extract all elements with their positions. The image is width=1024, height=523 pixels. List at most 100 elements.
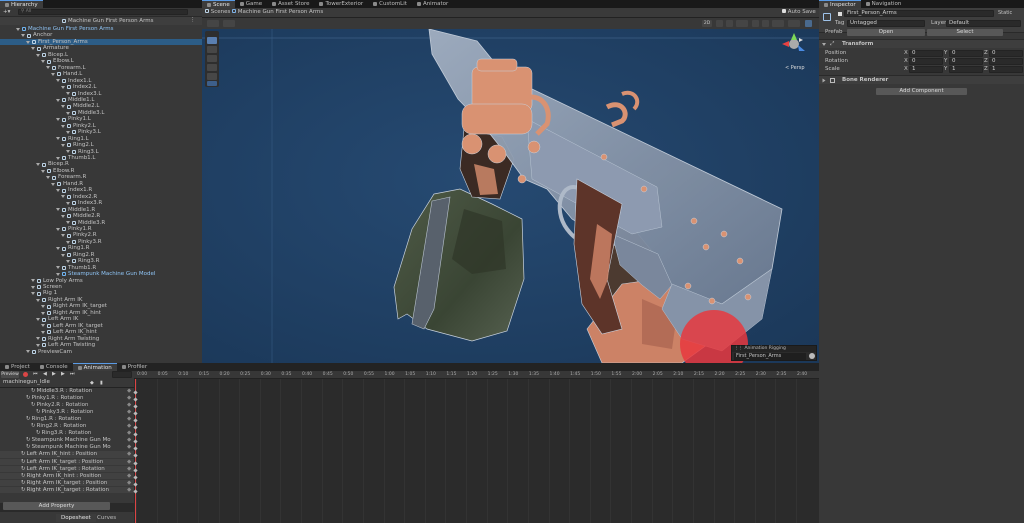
- render-mode-dropdown[interactable]: [223, 20, 235, 27]
- scene-canvas[interactable]: [202, 29, 819, 363]
- animation-property-row[interactable]: ↻ Ring2.R : Rotation ◆: [0, 423, 134, 430]
- animation-property-row[interactable]: ↻ Ring1.R : Rotation ◆: [0, 416, 134, 423]
- keyframe-toggle-icon[interactable]: ◆: [127, 402, 131, 409]
- prefab-select-button[interactable]: Select: [927, 29, 1003, 36]
- expand-arrow-icon[interactable]: [31, 279, 35, 283]
- expand-arrow-icon[interactable]: [26, 40, 30, 44]
- rotate-tool-icon[interactable]: [207, 55, 217, 62]
- expand-arrow-icon[interactable]: [41, 169, 45, 173]
- layer-dropdown[interactable]: Default: [946, 20, 1021, 27]
- 2d-toggle[interactable]: 2D: [702, 20, 712, 27]
- animation-property-row[interactable]: ↻ Right Arm IK_target : Position ◆: [0, 479, 134, 487]
- expand-arrow-icon[interactable]: [66, 150, 70, 154]
- expand-arrow-icon[interactable]: [51, 72, 55, 76]
- animation-property-row[interactable]: ↻ Middle3.R : Rotation ◆: [0, 388, 134, 395]
- expand-arrow-icon[interactable]: [56, 272, 60, 276]
- expand-arrow-icon[interactable]: [66, 221, 70, 225]
- tab-asset-store[interactable]: Asset Store: [267, 0, 314, 8]
- expand-arrow-icon[interactable]: [61, 105, 65, 109]
- last-key-icon[interactable]: ⏭: [70, 371, 75, 377]
- expand-arrow-icon[interactable]: [51, 182, 55, 186]
- audio-icon[interactable]: [726, 20, 733, 27]
- object-name-field[interactable]: First_Person_Arms: [844, 10, 994, 17]
- tab-animator[interactable]: Animator: [412, 0, 453, 8]
- view-tool-icon[interactable]: [207, 37, 217, 44]
- rotation-x-field[interactable]: 0: [909, 58, 943, 66]
- animation-property-row[interactable]: ↻ Pinky1.R : Rotation ◆: [0, 395, 134, 402]
- frame-field[interactable]: [112, 371, 132, 378]
- expand-arrow-icon[interactable]: [36, 53, 40, 57]
- keyframe-toggle-icon[interactable]: ◆: [127, 395, 131, 402]
- tab-project[interactable]: Project: [0, 363, 35, 371]
- position-x-field[interactable]: 0: [909, 50, 943, 57]
- tab-hierarchy[interactable]: Hierarchy: [0, 0, 43, 8]
- move-tool-icon[interactable]: [207, 46, 217, 53]
- expand-arrow-icon[interactable]: [61, 124, 65, 128]
- animation-property-row[interactable]: ↻ Left Arm IK_target : Position ◆: [0, 458, 134, 466]
- expand-arrow-icon[interactable]: [56, 227, 60, 231]
- keyframe-toggle-icon[interactable]: ◆: [127, 480, 131, 487]
- scale-y-field[interactable]: 1: [949, 66, 983, 74]
- keyframe-toggle-icon[interactable]: ◆: [127, 437, 131, 444]
- expand-arrow-icon[interactable]: [36, 337, 40, 341]
- clip-dropdown[interactable]: machinegun_Idle: [1, 379, 81, 387]
- bone-renderer-header[interactable]: Bone Renderer: [819, 75, 1024, 84]
- expand-arrow-icon[interactable]: [66, 259, 70, 263]
- prefab-open-button[interactable]: Open: [847, 29, 925, 36]
- keyframe-toggle-icon[interactable]: ◆: [127, 487, 131, 494]
- camera-dropdown[interactable]: [772, 20, 784, 27]
- preview-button[interactable]: Preview: [1, 371, 19, 378]
- scale-z-field[interactable]: 1: [989, 66, 1023, 74]
- tab-dopesheet[interactable]: Dopesheet: [56, 514, 96, 522]
- tag-dropdown[interactable]: Untagged: [847, 20, 925, 27]
- expand-arrow-icon[interactable]: [61, 253, 65, 257]
- animation-property-row[interactable]: ↻ Pinky3.R : Rotation ◆: [0, 409, 134, 416]
- expand-arrow-icon[interactable]: [56, 79, 60, 83]
- static-toggle[interactable]: Static: [998, 10, 1012, 17]
- scene-view[interactable]: < Persp ⋮⋮ Animation Rigging First_Perso…: [202, 29, 819, 363]
- tab-towerexterior[interactable]: TowerExterior: [314, 0, 368, 8]
- rect-tool-icon[interactable]: [207, 73, 217, 80]
- scene-header[interactable]: Machine Gun First Person Arms ⋮: [0, 17, 202, 25]
- hierarchy-item[interactable]: PreviewCam: [0, 349, 202, 356]
- keyframe-toggle-icon[interactable]: ◆: [127, 444, 131, 451]
- animation-property-row[interactable]: ↻ Ring3.R : Rotation ◆: [0, 430, 134, 437]
- expand-arrow-icon[interactable]: [41, 305, 45, 309]
- persp-label[interactable]: < Persp: [785, 65, 805, 72]
- animation-property-row[interactable]: ↻ Right Arm IK_target : Rotation ◆: [0, 486, 134, 494]
- animation-property-row[interactable]: ↻ Left Arm IK_target : Rotation ◆: [0, 465, 134, 473]
- scenes-breadcrumb[interactable]: Scenes: [205, 9, 230, 16]
- expand-arrow-icon[interactable]: [26, 350, 30, 354]
- expand-arrow-icon[interactable]: [56, 189, 60, 192]
- prev-key-icon[interactable]: ◀: [43, 371, 47, 377]
- prefab-breadcrumb[interactable]: Machine Gun First Person Arms: [232, 9, 323, 16]
- expand-arrow-icon[interactable]: [41, 311, 45, 315]
- tab-game[interactable]: Game: [235, 0, 267, 8]
- active-checkbox[interactable]: [838, 12, 842, 16]
- expand-arrow-icon[interactable]: [36, 318, 40, 321]
- expand-arrow-icon[interactable]: [61, 234, 65, 238]
- expand-arrow-icon[interactable]: [41, 60, 45, 63]
- tab-navigation[interactable]: Navigation: [861, 0, 907, 8]
- tab-customlit[interactable]: CustomLit: [368, 0, 412, 8]
- auto-save-toggle[interactable]: Auto Save: [782, 9, 816, 16]
- keyframe-toggle-icon[interactable]: ◆: [127, 459, 131, 466]
- expand-arrow-icon[interactable]: [36, 343, 40, 347]
- dopesheet-area[interactable]: [133, 379, 819, 523]
- expand-arrow-icon[interactable]: [66, 240, 70, 244]
- keyframe-toggle-icon[interactable]: ◆: [127, 409, 131, 416]
- expand-arrow-icon[interactable]: [56, 266, 60, 270]
- expand-arrow-icon[interactable]: [66, 111, 70, 115]
- effects-dropdown[interactable]: [736, 20, 748, 27]
- keyframe-toggle-icon[interactable]: ◆: [127, 430, 131, 437]
- tab-scene[interactable]: Scene: [202, 0, 235, 8]
- global-icon[interactable]: [805, 20, 812, 27]
- expand-arrow-icon[interactable]: [66, 201, 70, 205]
- add-property-button[interactable]: Add Property: [3, 502, 110, 510]
- expand-arrow-icon[interactable]: [16, 27, 20, 31]
- tab-inspector[interactable]: Inspector: [819, 0, 861, 8]
- add-icon[interactable]: +▾: [3, 9, 10, 15]
- record-icon[interactable]: [23, 372, 28, 377]
- position-y-field[interactable]: 0: [949, 50, 983, 57]
- rig-object-field[interactable]: First_Person_Arms: [734, 353, 806, 360]
